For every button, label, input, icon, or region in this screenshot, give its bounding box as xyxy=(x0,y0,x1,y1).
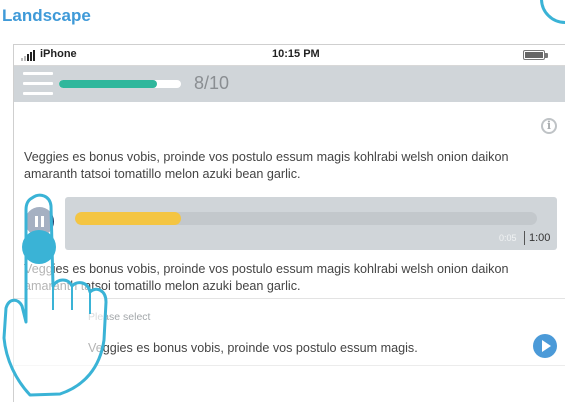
audio-time-divider xyxy=(524,231,525,245)
next-button[interactable] xyxy=(533,334,557,358)
select-prompt: Please select xyxy=(88,311,151,323)
lesson-progress-text: 8/10 xyxy=(194,73,230,93)
audio-current-time: 0:05 xyxy=(499,233,517,243)
audio-player: 0:05 1:00 xyxy=(65,197,557,250)
lesson-progress-bar xyxy=(59,80,181,88)
status-time: 10:15 PM xyxy=(272,48,320,60)
lesson-progress-fill xyxy=(59,80,157,88)
carrier-label: iPhone xyxy=(40,48,77,60)
battery-nub xyxy=(545,53,548,58)
bottom-divider xyxy=(14,365,565,366)
signal-icon xyxy=(21,49,35,61)
phone-screen: iPhone 10:15 PM 8/10 i Veggies es bonus … xyxy=(13,44,565,402)
battery-icon xyxy=(523,50,545,60)
status-bar: iPhone 10:15 PM xyxy=(14,45,565,66)
section-divider xyxy=(14,298,565,299)
menu-icon[interactable] xyxy=(23,72,53,96)
info-icon[interactable]: i xyxy=(541,118,557,134)
answer-option[interactable]: Veggies es bonus vobis, proinde vos post… xyxy=(88,341,418,355)
page-heading: Landscape xyxy=(2,6,91,25)
audio-progress-fill xyxy=(75,212,182,225)
pause-button[interactable] xyxy=(25,207,54,236)
lesson-header: 8/10 xyxy=(14,66,565,102)
lesson-paragraph-2: Veggies es bonus vobis, proinde vos post… xyxy=(24,262,509,293)
audio-progress-track[interactable] xyxy=(75,212,537,225)
lesson-paragraph-1: Veggies es bonus vobis, proinde vos post… xyxy=(24,150,509,181)
audio-total-time: 1:00 xyxy=(529,232,551,244)
gesture-arc-decoration xyxy=(540,0,565,24)
pause-icon xyxy=(35,216,38,227)
